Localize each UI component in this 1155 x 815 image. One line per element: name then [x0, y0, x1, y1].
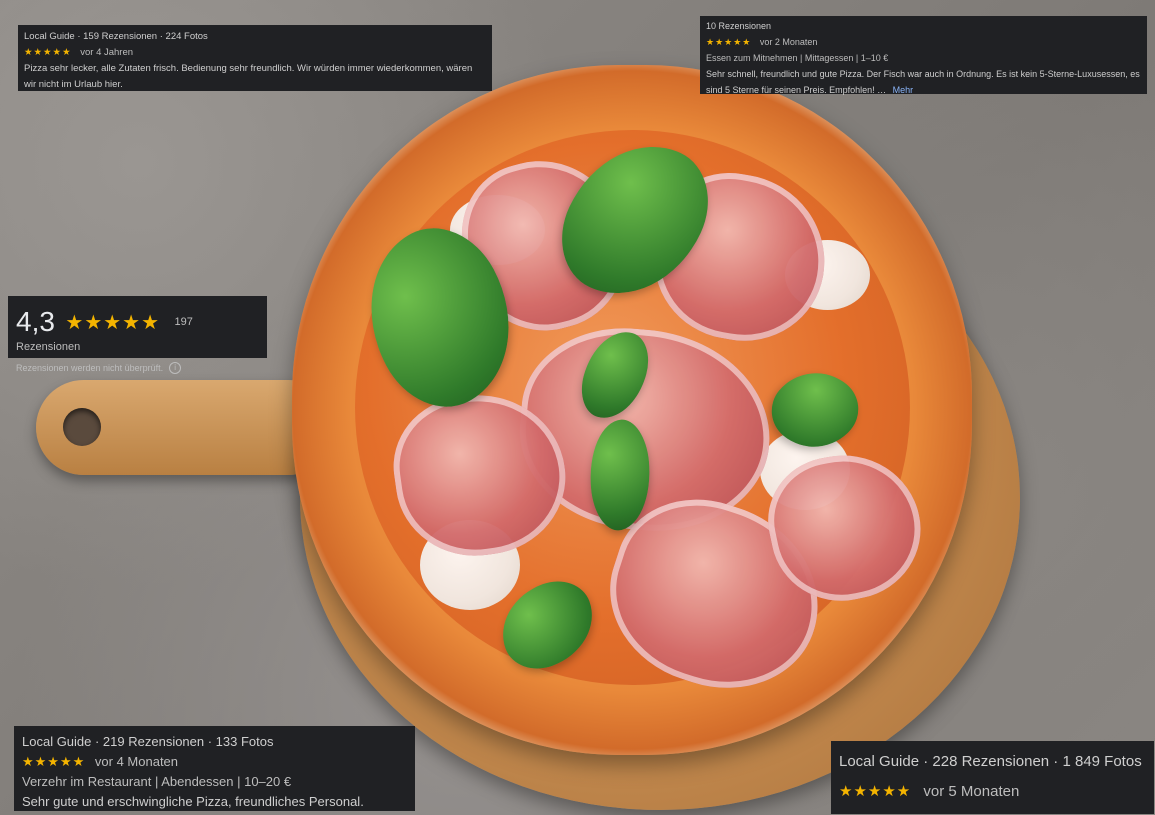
star-rating: ★★★★★: [65, 311, 161, 334]
review-age: vor 2 Monaten: [759, 37, 818, 47]
average-rating: 4,3: [16, 306, 55, 337]
handle-hole: [63, 408, 101, 446]
review-text: Sehr schnell, freundlich und gute Pizza.…: [706, 66, 1141, 98]
rating-summary[interactable]: 4,3 ★★★★★ 197 Rezensionen Rezensionen we…: [8, 296, 267, 374]
review-meta: Local Guide · 228 Rezensionen · 1 849 Fo…: [839, 753, 1142, 770]
info-icon[interactable]: i: [169, 362, 182, 374]
review-card-top-right[interactable]: 10 Rezensionen ★★★★★ vor 2 Monaten Essen…: [700, 16, 1147, 95]
more-link[interactable]: Mehr: [893, 85, 914, 95]
review-card-bottom-right[interactable]: Local Guide · 228 Rezensionen · 1 849 Fo…: [831, 741, 1154, 814]
star-rating: ★★★★★: [706, 37, 752, 47]
review-tags: Verzehr im Restaurant | Abendessen | 10–…: [22, 774, 292, 789]
star-rating: ★★★★★: [22, 754, 86, 769]
review-age: vor 4 Monaten: [94, 754, 179, 769]
reviews-not-verified-note: Rezensionen werden nicht überprüft.: [16, 363, 164, 373]
review-card-bottom-left[interactable]: Local Guide · 219 Rezensionen · 133 Foto…: [14, 726, 415, 811]
review-meta: Local Guide · 159 Rezensionen · 224 Foto…: [24, 31, 208, 42]
photo-stage: [0, 0, 1155, 815]
review-age: vor 5 Monaten: [923, 783, 1020, 800]
review-meta: Local Guide · 219 Rezensionen · 133 Foto…: [22, 734, 274, 749]
review-text: Pizza sehr lecker, alle Zutaten frisch. …: [24, 63, 473, 90]
review-text: Sehr gute und erschwingliche Pizza, freu…: [22, 794, 364, 809]
review-meta: 10 Rezensionen: [706, 21, 772, 31]
review-tags: Essen zum Mitnehmen | Mittagessen | 1–10…: [706, 53, 889, 63]
review-card-top-left[interactable]: Local Guide · 159 Rezensionen · 224 Foto…: [18, 25, 492, 91]
star-rating: ★★★★★: [24, 47, 72, 58]
star-rating: ★★★★★: [839, 783, 912, 800]
review-body: Sehr schnell, freundlich und gute Pizza.…: [706, 69, 1140, 95]
review-age: vor 4 Jahren: [80, 47, 134, 58]
